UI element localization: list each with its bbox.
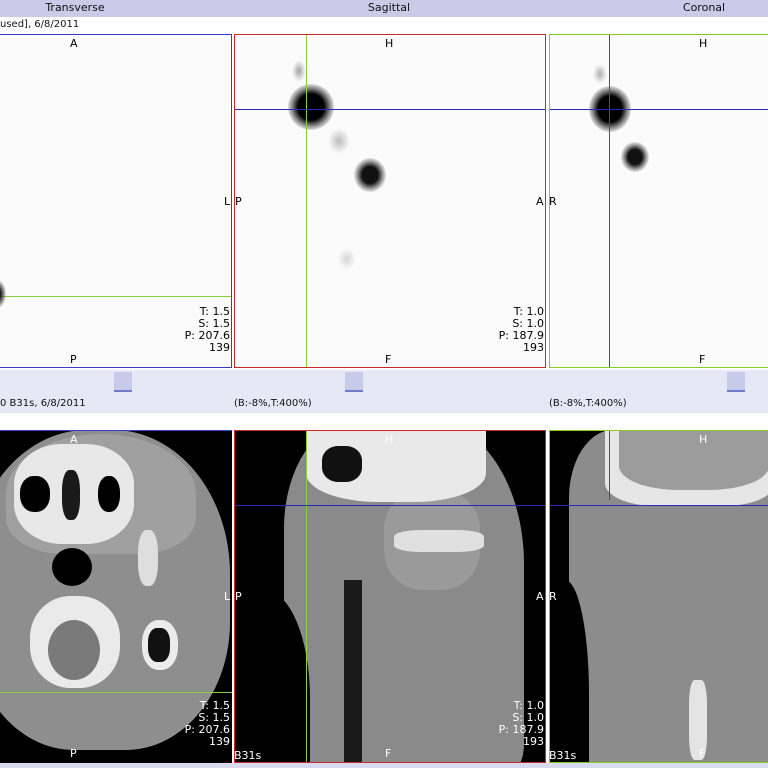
crosshair-vertical[interactable] (609, 430, 610, 500)
uptake-spot (0, 280, 6, 308)
orientation-posterior: P (70, 747, 77, 760)
brain-tissue (619, 430, 768, 490)
crosshair-horizontal[interactable] (234, 505, 546, 506)
pet-series-label: used], 6/8/2011 (0, 19, 80, 30)
orientation-left: L (224, 195, 231, 208)
mandible-ramus (138, 530, 158, 586)
pet-sagittal-viewport[interactable]: H F P A T: 1.0 S: 1.0 P: 187.9 193 (234, 34, 546, 368)
orientation-head: H (699, 433, 708, 446)
orientation-anterior: A (70, 37, 78, 50)
sagittal-title: Sagittal (367, 1, 411, 14)
right-mastoid-air (148, 628, 170, 662)
coronal-window-level: (B:-8%,T:400%) (549, 398, 627, 409)
sinus-air (322, 446, 362, 482)
uptake-spot (593, 64, 607, 84)
sagittal-window-level: (B:-8%,T:400%) (234, 398, 312, 409)
uptake-spot (328, 128, 350, 154)
ct-header-bar: 0 B31s, 6/8/2011 (B:-8%,T:400%) (B:-8%,T… (0, 396, 768, 413)
airway (344, 580, 362, 763)
crosshair-horizontal[interactable] (0, 296, 232, 297)
crosshair-vertical[interactable] (609, 34, 610, 368)
ct-kernel-label: B31s (549, 749, 577, 762)
uptake-spot (288, 84, 334, 130)
ct-coronal-viewport[interactable]: H F R B31s (549, 430, 768, 763)
crosshair-horizontal[interactable] (0, 692, 232, 693)
uptake-spot (354, 158, 386, 192)
transverse-slice-slider[interactable] (114, 372, 132, 392)
uptake-spot (292, 60, 306, 82)
orientation-posterior: P (235, 590, 242, 603)
transverse-slice-info: T: 1.5 S: 1.5 P: 207.6 139 (185, 306, 230, 354)
crosshair-horizontal[interactable] (549, 505, 768, 506)
uptake-spot (621, 142, 649, 172)
ct-kernel-label: B31s (234, 749, 262, 762)
crosshair-vertical[interactable] (306, 430, 307, 763)
transverse-slice-info: T: 1.5 S: 1.5 P: 207.6 139 (185, 700, 230, 748)
viewport-border (549, 34, 768, 368)
transverse-title: Transverse (45, 1, 105, 14)
orientation-foot: F (385, 353, 392, 366)
coronal-slice-slider[interactable] (727, 372, 745, 392)
left-maxillary-sinus (20, 476, 50, 512)
orientation-posterior: P (70, 353, 77, 366)
pet-coronal-viewport[interactable]: H F R (549, 34, 768, 368)
orientation-foot: F (699, 353, 706, 366)
slice-number: 193 (523, 735, 544, 748)
ct-series-label: 0 B31s, 6/8/2011 (0, 398, 86, 409)
crosshair-vertical[interactable] (306, 34, 307, 368)
slice-number: 193 (523, 341, 544, 354)
footer-bar (0, 763, 768, 768)
pet-transverse-viewport[interactable]: A P L T: 1.5 S: 1.5 P: 207.6 139 (0, 34, 232, 368)
orientation-head: H (385, 433, 394, 446)
orientation-anterior: A (536, 195, 544, 208)
orientation-anterior: A (536, 590, 544, 603)
orientation-right: R (549, 195, 557, 208)
slice-slider-bar (0, 370, 768, 396)
orientation-head: H (385, 37, 394, 50)
ct-sagittal-viewport[interactable]: H F P A B31s T: 1.0 S: 1.0 P: 187.9 193 (234, 430, 546, 763)
slice-number: 139 (209, 735, 230, 748)
orientation-foot: F (699, 747, 706, 760)
sagittal-slice-info: T: 1.0 S: 1.0 P: 187.9 193 (499, 306, 544, 354)
orientation-foot: F (385, 747, 392, 760)
slice-number: 139 (209, 341, 230, 354)
brainstem (48, 620, 100, 680)
nasopharynx-airway (52, 548, 92, 586)
crosshair-horizontal[interactable] (234, 109, 546, 110)
ct-transverse-viewport[interactable]: A P L T: 1.5 S: 1.5 P: 207.6 139 (0, 430, 232, 763)
uptake-spot (338, 248, 356, 270)
teeth (394, 530, 484, 552)
right-maxillary-sinus (98, 476, 120, 512)
orientation-left: L (224, 590, 231, 603)
orientation-right: R (549, 590, 557, 603)
view-title-bar: Transverse Sagittal Coronal (0, 0, 768, 17)
orientation-head: H (699, 37, 708, 50)
crosshair-horizontal[interactable] (549, 109, 768, 110)
orientation-posterior: P (235, 195, 242, 208)
orientation-anterior: A (70, 433, 78, 446)
nasal-cavity (62, 470, 80, 520)
sagittal-slice-info: T: 1.0 S: 1.0 P: 187.9 193 (499, 700, 544, 748)
sagittal-slice-slider[interactable] (345, 372, 363, 392)
coronal-title: Coronal (682, 1, 726, 14)
